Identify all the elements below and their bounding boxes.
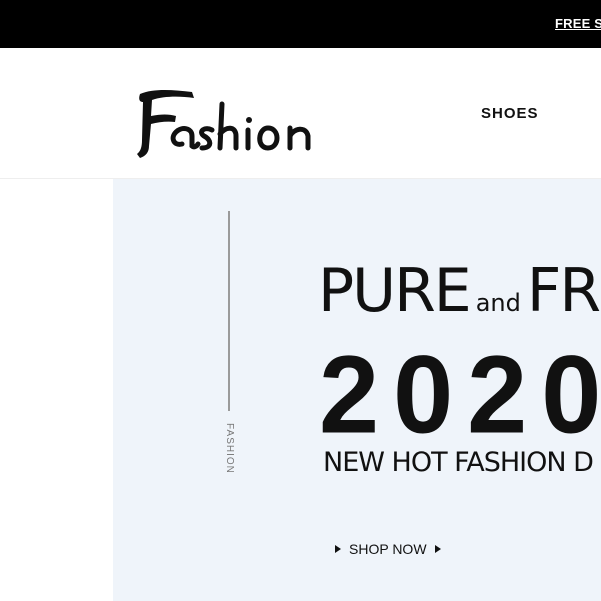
hero-subheadline: NEW HOT FASHION D xyxy=(323,447,594,478)
headline-word-pure: PURE xyxy=(318,256,472,326)
shop-now-button[interactable]: SHOP NOW xyxy=(335,541,441,557)
page: FREE S SHOES FASHION PURE and FR 2020 NE… xyxy=(0,0,601,601)
headline-word-and: and xyxy=(475,289,521,317)
nav-item-shoes[interactable]: SHOES xyxy=(481,105,539,122)
promo-bar: FREE S xyxy=(0,0,601,48)
hero-banner: FASHION PURE and FR 2020 NEW HOT FASHION D… xyxy=(113,179,601,601)
hero-headline: PURE and FR xyxy=(318,261,601,321)
headline-word-fr: FR xyxy=(526,256,601,326)
hero-year: 2020 xyxy=(319,332,601,457)
hero-divider-line xyxy=(228,211,230,411)
promo-link[interactable]: FREE S xyxy=(555,16,601,31)
play-left-icon xyxy=(335,545,341,553)
play-right-icon xyxy=(434,545,441,553)
shop-now-label: SHOP NOW xyxy=(349,541,427,557)
site-header: SHOES xyxy=(0,48,601,179)
site-logo[interactable] xyxy=(134,86,329,162)
logo-wordmark-icon xyxy=(137,90,311,158)
hero-side-label: FASHION xyxy=(224,423,235,474)
